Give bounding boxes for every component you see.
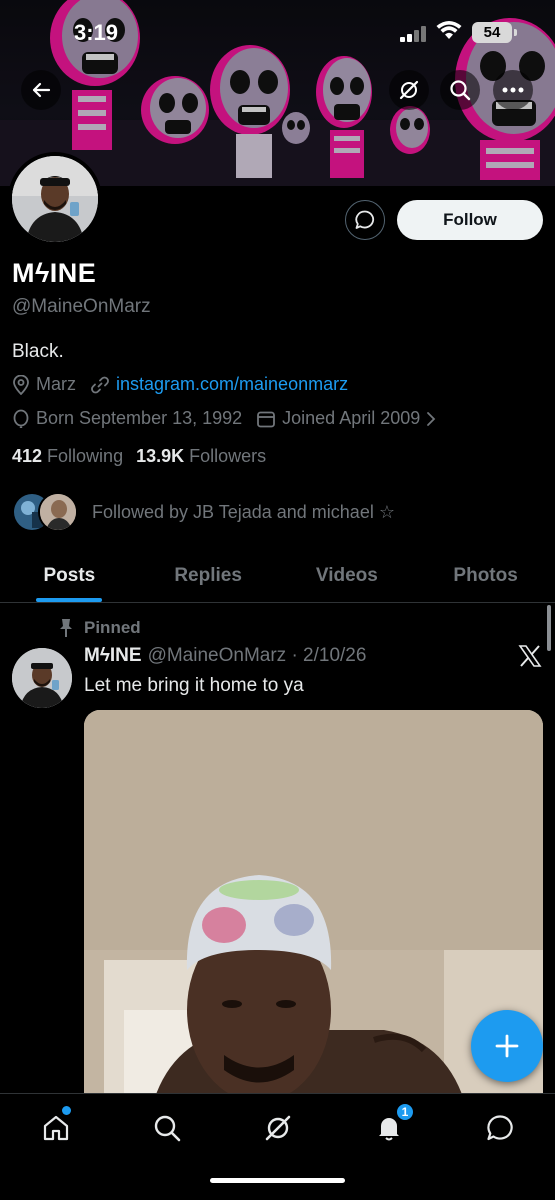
follow-counts: 412 Following 13.9K Followers [12,446,279,467]
website-link[interactable]: instagram.com/maineonmarz [116,374,348,395]
more-icon [502,87,524,93]
location-item: Marz [12,374,76,395]
following-label: Following [47,446,124,466]
profile-avatar[interactable] [8,152,102,246]
follower-avatar-image [40,494,76,530]
joined-text: Joined April 2009 [282,408,421,428]
profile-handle: @MaineOnMarz [12,296,151,317]
birthday-item: Born September 13, 1992 [12,408,242,429]
nav-notifications[interactable]: 1 [369,1102,415,1148]
nav-messages[interactable] [480,1108,520,1148]
x-logo-icon [518,645,542,667]
grok-icon [399,80,419,100]
birthday-icon [13,409,29,428]
profile-meta-row-2: Born September 13, 1992 Joined April 200… [12,408,456,429]
grok-nav-icon [265,1115,291,1141]
link-icon [91,376,109,393]
followed-by-row[interactable]: Followed by JB Tejada and michael ☆ [12,490,395,534]
profile-bio: Black. [12,341,64,362]
compose-post-button[interactable] [471,1010,543,1082]
search-button[interactable] [440,70,480,110]
nav-grok[interactable] [258,1108,298,1148]
back-arrow-icon [32,82,51,98]
profile-meta-row-1: Marz instagram.com/maineonmarz [12,374,362,395]
followers-label: Followers [189,446,267,466]
nav-home[interactable] [36,1106,76,1148]
post-author-name[interactable]: MϟINE [84,645,142,666]
website-item[interactable]: instagram.com/maineonmarz [90,374,348,395]
following-count: 412 [12,446,43,466]
follower-avatar [38,492,78,532]
post-handle-date: @MaineOnMarz · 2/10/26 [147,645,367,666]
followers-count: 13.9K [136,446,185,466]
chevron-right-icon [427,411,436,426]
pinned-label: Pinned [58,618,141,638]
tab-posts[interactable]: Posts [0,550,139,602]
pin-icon [60,619,72,637]
scrollbar[interactable] [547,605,551,651]
post-author-photo [12,648,72,708]
followed-by-text: Followed by JB Tejada and michael ☆ [92,501,395,522]
home-icon [43,1115,69,1141]
joined-item[interactable]: Joined April 2009 [256,408,442,429]
profile-name: MϟINE [12,258,97,288]
explore-icon [154,1115,181,1142]
grok-button[interactable] [389,70,429,110]
status-time: 3:19 [74,20,119,45]
post-header: MϟINE @MaineOnMarz · 2/10/26 [84,645,366,667]
messages-icon [487,1115,513,1141]
tab-photos[interactable]: Photos [416,550,555,602]
more-options-button[interactable] [493,70,533,110]
post-text: Let me bring it home to ya [84,675,304,696]
message-icon [355,210,375,229]
birthday-text: Born September 13, 1992 [36,408,243,428]
follow-button[interactable]: Follow [397,200,543,240]
home-indicator [210,1178,345,1183]
tab-replies[interactable]: Replies [139,550,278,602]
nav-explore[interactable] [147,1108,187,1148]
plus-icon [495,1034,519,1058]
wifi-icon [436,21,462,39]
location-text: Marz [36,374,76,394]
notifications-badge: 1 [395,1102,415,1122]
post-author-avatar[interactable] [12,648,72,708]
profile-photo [12,156,98,242]
profile-banner: 3:19 54 [0,0,555,186]
bottom-navigation: 1 [0,1093,555,1200]
cellular-signal-icon [400,26,426,42]
battery-indicator: 54 [472,22,517,43]
message-button[interactable] [345,200,385,240]
back-button[interactable] [21,70,61,110]
following-link[interactable]: 412 Following [12,446,123,467]
calendar-icon [257,411,276,427]
home-unread-dot [62,1106,71,1115]
profile-tabs: Posts Replies Videos Photos [0,550,555,603]
tab-videos[interactable]: Videos [278,550,417,602]
status-bar: 3:19 54 [0,0,555,62]
pinned-text: Pinned [84,618,141,637]
location-icon [13,374,29,395]
search-icon [450,80,471,101]
followers-link[interactable]: 13.9K Followers [136,446,266,467]
